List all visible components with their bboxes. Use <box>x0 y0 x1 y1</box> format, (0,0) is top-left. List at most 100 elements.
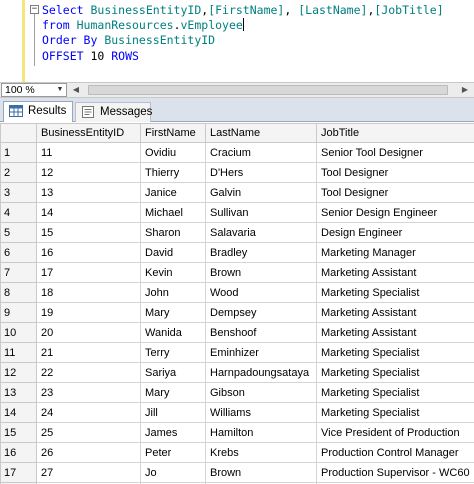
table-row[interactable]: 11 21 Terry Eminhizer Marketing Specialist <box>0 342 474 363</box>
table-row[interactable]: 1 11 Ovidiu Cracium Senior Tool Designer <box>0 142 474 163</box>
table-cell[interactable]: 22 <box>36 362 141 383</box>
table-cell[interactable]: Krebs <box>205 442 317 463</box>
grid-corner[interactable] <box>0 123 37 143</box>
chevron-down-icon[interactable]: ▼ <box>55 85 65 95</box>
table-row[interactable]: 16 26 Peter Krebs Production Control Manager <box>0 442 474 463</box>
code-line[interactable]: Order By BusinessEntityID <box>42 33 444 48</box>
table-cell[interactable]: 12 <box>36 162 141 183</box>
table-cell[interactable]: 11 <box>36 142 141 163</box>
column-header-jobtitle[interactable]: JobTitle <box>316 123 474 143</box>
table-cell[interactable]: Thierry <box>140 162 206 183</box>
scroll-left-icon[interactable]: ◀ <box>69 83 83 97</box>
table-cell[interactable]: 17 <box>36 262 141 283</box>
table-row[interactable]: 7 17 Kevin Brown Marketing Assistant <box>0 262 474 283</box>
table-cell[interactable]: James <box>140 422 206 443</box>
table-row[interactable]: 4 14 Michael Sullivan Senior Design Engineer <box>0 202 474 223</box>
table-cell[interactable]: Tool Designer <box>316 162 474 183</box>
row-number[interactable]: 15 <box>0 422 37 443</box>
table-row[interactable]: 3 13 Janice Galvin Tool Designer <box>0 182 474 203</box>
table-cell[interactable]: Jo <box>140 462 206 483</box>
table-row[interactable]: 6 16 David Bradley Marketing Manager <box>0 242 474 263</box>
table-cell[interactable]: 25 <box>36 422 141 443</box>
row-number[interactable]: 2 <box>0 162 37 183</box>
table-cell[interactable]: Marketing Specialist <box>316 382 474 403</box>
table-cell[interactable]: 26 <box>36 442 141 463</box>
table-cell[interactable]: 21 <box>36 342 141 363</box>
row-number[interactable]: 8 <box>0 282 37 303</box>
table-cell[interactable]: Michael <box>140 202 206 223</box>
row-number[interactable]: 17 <box>0 462 37 483</box>
scroll-right-icon[interactable]: ▶ <box>458 83 472 97</box>
table-cell[interactable]: Williams <box>205 402 317 423</box>
table-cell[interactable]: Cracium <box>205 142 317 163</box>
table-cell[interactable]: Design Engineer <box>316 222 474 243</box>
table-row[interactable]: 13 23 Mary Gibson Marketing Specialist <box>0 382 474 403</box>
table-cell[interactable]: Marketing Assistant <box>316 322 474 343</box>
table-row[interactable]: 15 25 James Hamilton Vice President of Produ… <box>0 422 474 443</box>
sql-code[interactable]: Select BusinessEntityID,[FirstName], [La… <box>42 3 444 64</box>
table-cell[interactable]: Marketing Specialist <box>316 282 474 303</box>
table-cell[interactable]: Sharon <box>140 222 206 243</box>
table-cell[interactable]: Eminhizer <box>205 342 317 363</box>
table-cell[interactable]: 16 <box>36 242 141 263</box>
table-cell[interactable]: Gibson <box>205 382 317 403</box>
table-row[interactable]: 10 20 Wanida Benshoof Marketing Assistant <box>0 322 474 343</box>
table-cell[interactable]: Hamilton <box>205 422 317 443</box>
table-cell[interactable]: Marketing Specialist <box>316 342 474 363</box>
table-row[interactable]: 9 19 Mary Dempsey Marketing Assistant <box>0 302 474 323</box>
table-cell[interactable]: David <box>140 242 206 263</box>
table-cell[interactable]: Marketing Manager <box>316 242 474 263</box>
table-cell[interactable]: Marketing Specialist <box>316 402 474 423</box>
table-cell[interactable]: 15 <box>36 222 141 243</box>
table-row[interactable]: 12 22 Sariya Harnpadoungsataya Marketing Spe… <box>0 362 474 383</box>
table-row[interactable]: 14 24 Jill Williams Marketing Specialist <box>0 402 474 423</box>
zoom-select[interactable]: 100 % ▼ <box>1 83 67 97</box>
row-number[interactable]: 11 <box>0 342 37 363</box>
row-number[interactable]: 9 <box>0 302 37 323</box>
row-number[interactable]: 1 <box>0 142 37 163</box>
table-cell[interactable]: Mary <box>140 302 206 323</box>
table-cell[interactable]: Wood <box>205 282 317 303</box>
table-cell[interactable]: 13 <box>36 182 141 203</box>
table-cell[interactable]: Senior Design Engineer <box>316 202 474 223</box>
table-cell[interactable]: Tool Designer <box>316 182 474 203</box>
row-number[interactable]: 5 <box>0 222 37 243</box>
table-cell[interactable]: Brown <box>205 262 317 283</box>
table-cell[interactable]: Ovidiu <box>140 142 206 163</box>
table-cell[interactable]: Sullivan <box>205 202 317 223</box>
scrollbar-thumb[interactable] <box>88 85 448 95</box>
table-cell[interactable]: 27 <box>36 462 141 483</box>
column-header-firstname[interactable]: FirstName <box>140 123 206 143</box>
row-number[interactable]: 14 <box>0 402 37 423</box>
row-number[interactable]: 7 <box>0 262 37 283</box>
table-cell[interactable]: Dempsey <box>205 302 317 323</box>
table-cell[interactable]: Galvin <box>205 182 317 203</box>
table-cell[interactable]: 19 <box>36 302 141 323</box>
table-cell[interactable]: Peter <box>140 442 206 463</box>
table-cell[interactable]: Senior Tool Designer <box>316 142 474 163</box>
row-number[interactable]: 4 <box>0 202 37 223</box>
table-cell[interactable]: 24 <box>36 402 141 423</box>
table-cell[interactable]: Sariya <box>140 362 206 383</box>
table-cell[interactable]: Bradley <box>205 242 317 263</box>
table-cell[interactable]: Salavaria <box>205 222 317 243</box>
column-header-lastname[interactable]: LastName <box>205 123 317 143</box>
table-cell[interactable]: Marketing Specialist <box>316 362 474 383</box>
table-row[interactable]: 2 12 Thierry D'Hers Tool Designer <box>0 162 474 183</box>
code-line[interactable]: OFFSET 10 ROWS <box>42 49 444 64</box>
table-cell[interactable]: Harnpadoungsataya <box>205 362 317 383</box>
table-cell[interactable]: 20 <box>36 322 141 343</box>
table-cell[interactable]: Janice <box>140 182 206 203</box>
table-cell[interactable]: Wanida <box>140 322 206 343</box>
results-grid[interactable]: BusinessEntityID FirstName LastName JobT… <box>0 123 474 484</box>
table-cell[interactable]: Marketing Assistant <box>316 302 474 323</box>
code-line[interactable]: from HumanResources.vEmployee <box>42 18 444 33</box>
table-cell[interactable]: D'Hers <box>205 162 317 183</box>
row-number[interactable]: 16 <box>0 442 37 463</box>
collapse-icon[interactable]: − <box>30 5 39 14</box>
table-cell[interactable]: Marketing Assistant <box>316 262 474 283</box>
table-cell[interactable]: Jill <box>140 402 206 423</box>
table-cell[interactable]: Benshoof <box>205 322 317 343</box>
table-cell[interactable]: Terry <box>140 342 206 363</box>
table-cell[interactable]: Production Control Manager <box>316 442 474 463</box>
